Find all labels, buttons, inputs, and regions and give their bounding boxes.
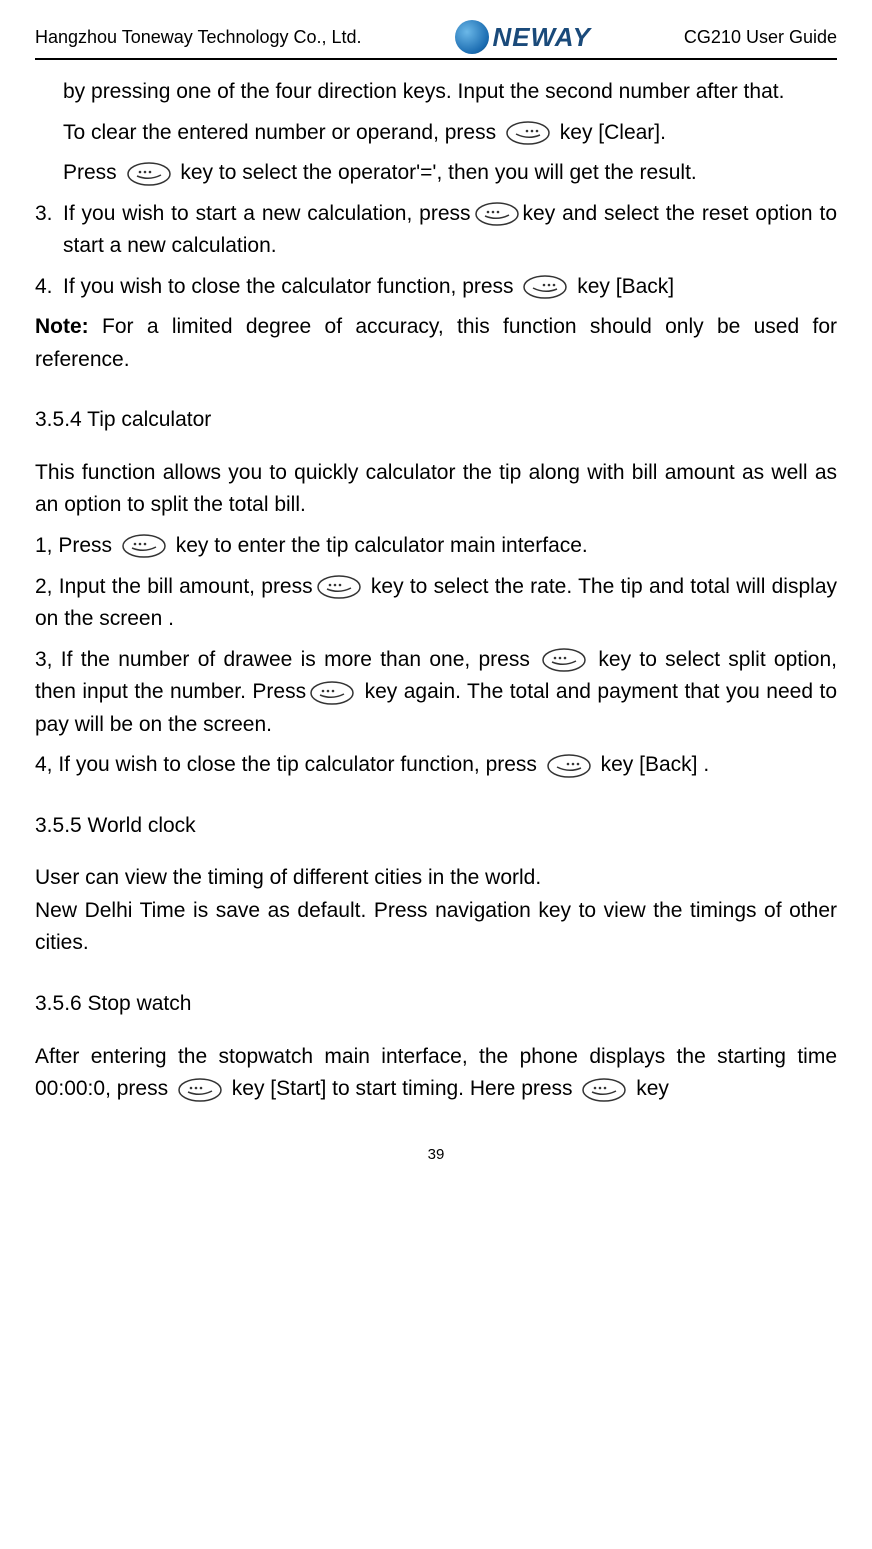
list-item: 4. If you wish to close the calculator f… [35, 271, 837, 304]
page-container: Hangzhou Toneway Technology Co., Ltd. NE… [0, 0, 872, 1193]
list-number: 3. [35, 198, 63, 263]
text: key [Back] . [601, 753, 710, 776]
paragraph: After entering the stopwatch main interf… [35, 1041, 837, 1106]
paragraph: Press key to select the operator'=', the… [35, 157, 837, 190]
list-body: If you wish to close the calculator func… [63, 271, 837, 304]
text: key [Start] to start timing. Here press [232, 1077, 579, 1100]
globe-icon [455, 20, 489, 54]
content-body: by pressing one of the four direction ke… [35, 76, 837, 1106]
logo: NEWAY [455, 20, 591, 54]
section-heading-354: 3.5.4 Tip calculator [35, 404, 837, 437]
page-number: 39 [35, 1146, 837, 1163]
guide-title: CG210 User Guide [684, 27, 837, 48]
text: key [Clear]. [560, 121, 666, 144]
text: key [Back] [577, 275, 674, 298]
softkey-right-icon [506, 121, 550, 145]
text: 4, If you wish to close the tip calculat… [35, 753, 543, 776]
note-label: Note: [35, 315, 89, 338]
section-heading-355: 3.5.5 World clock [35, 810, 837, 843]
text: For a limited degree of accuracy, this f… [35, 315, 837, 371]
text: This function allows you to quickly calc… [35, 461, 837, 517]
paragraph: This function allows you to quickly calc… [35, 457, 837, 522]
text: key to enter the tip calculator main int… [176, 534, 588, 557]
softkey-right-icon [547, 754, 591, 778]
softkey-left-icon [178, 1078, 222, 1102]
softkey-left-icon [317, 575, 361, 599]
text: Press [63, 161, 123, 184]
logo-text: NEWAY [493, 22, 591, 53]
paragraph: To clear the entered number or operand, … [35, 117, 837, 150]
text: If you wish to start a new calculation, … [63, 202, 471, 225]
text: 1, Press [35, 534, 118, 557]
text: New Delhi Time is save as default. Press… [35, 899, 837, 955]
list-body: If you wish to start a new calculation, … [63, 198, 837, 263]
text: If you wish to close the calculator func… [63, 275, 519, 298]
paragraph: 3, If the number of drawee is more than … [35, 644, 837, 742]
text: 2, Input the bill amount, press [35, 575, 313, 598]
company-name: Hangzhou Toneway Technology Co., Ltd. [35, 27, 362, 48]
paragraph: 4, If you wish to close the tip calculat… [35, 749, 837, 782]
paragraph: by pressing one of the four direction ke… [35, 76, 837, 109]
softkey-left-icon [310, 681, 354, 705]
softkey-left-icon [542, 648, 586, 672]
paragraph: 1, Press key to enter the tip calculator… [35, 530, 837, 563]
note-paragraph: Note: For a limited degree of accuracy, … [35, 311, 837, 376]
softkey-left-icon [475, 202, 519, 226]
softkey-left-icon [582, 1078, 626, 1102]
paragraph: User can view the timing of different ci… [35, 862, 837, 895]
softkey-left-icon [122, 534, 166, 558]
text: To clear the entered number or operand, … [63, 121, 502, 144]
softkey-left-icon [127, 162, 171, 186]
paragraph: 2, Input the bill amount, press key to s… [35, 571, 837, 636]
text: key to select the operator'=', then you … [180, 161, 696, 184]
paragraph: New Delhi Time is save as default. Press… [35, 895, 837, 960]
section-heading-356: 3.5.6 Stop watch [35, 988, 837, 1021]
logo-block: NEWAY [455, 20, 591, 54]
list-number: 4. [35, 271, 63, 304]
text: User can view the timing of different ci… [35, 866, 541, 889]
text: 3, If the number of drawee is more than … [35, 648, 538, 671]
text: key [636, 1077, 669, 1100]
softkey-right-icon [523, 275, 567, 299]
list-item: 3. If you wish to start a new calculatio… [35, 198, 837, 263]
page-header: Hangzhou Toneway Technology Co., Ltd. NE… [35, 20, 837, 60]
text: by pressing one of the four direction ke… [63, 80, 784, 103]
